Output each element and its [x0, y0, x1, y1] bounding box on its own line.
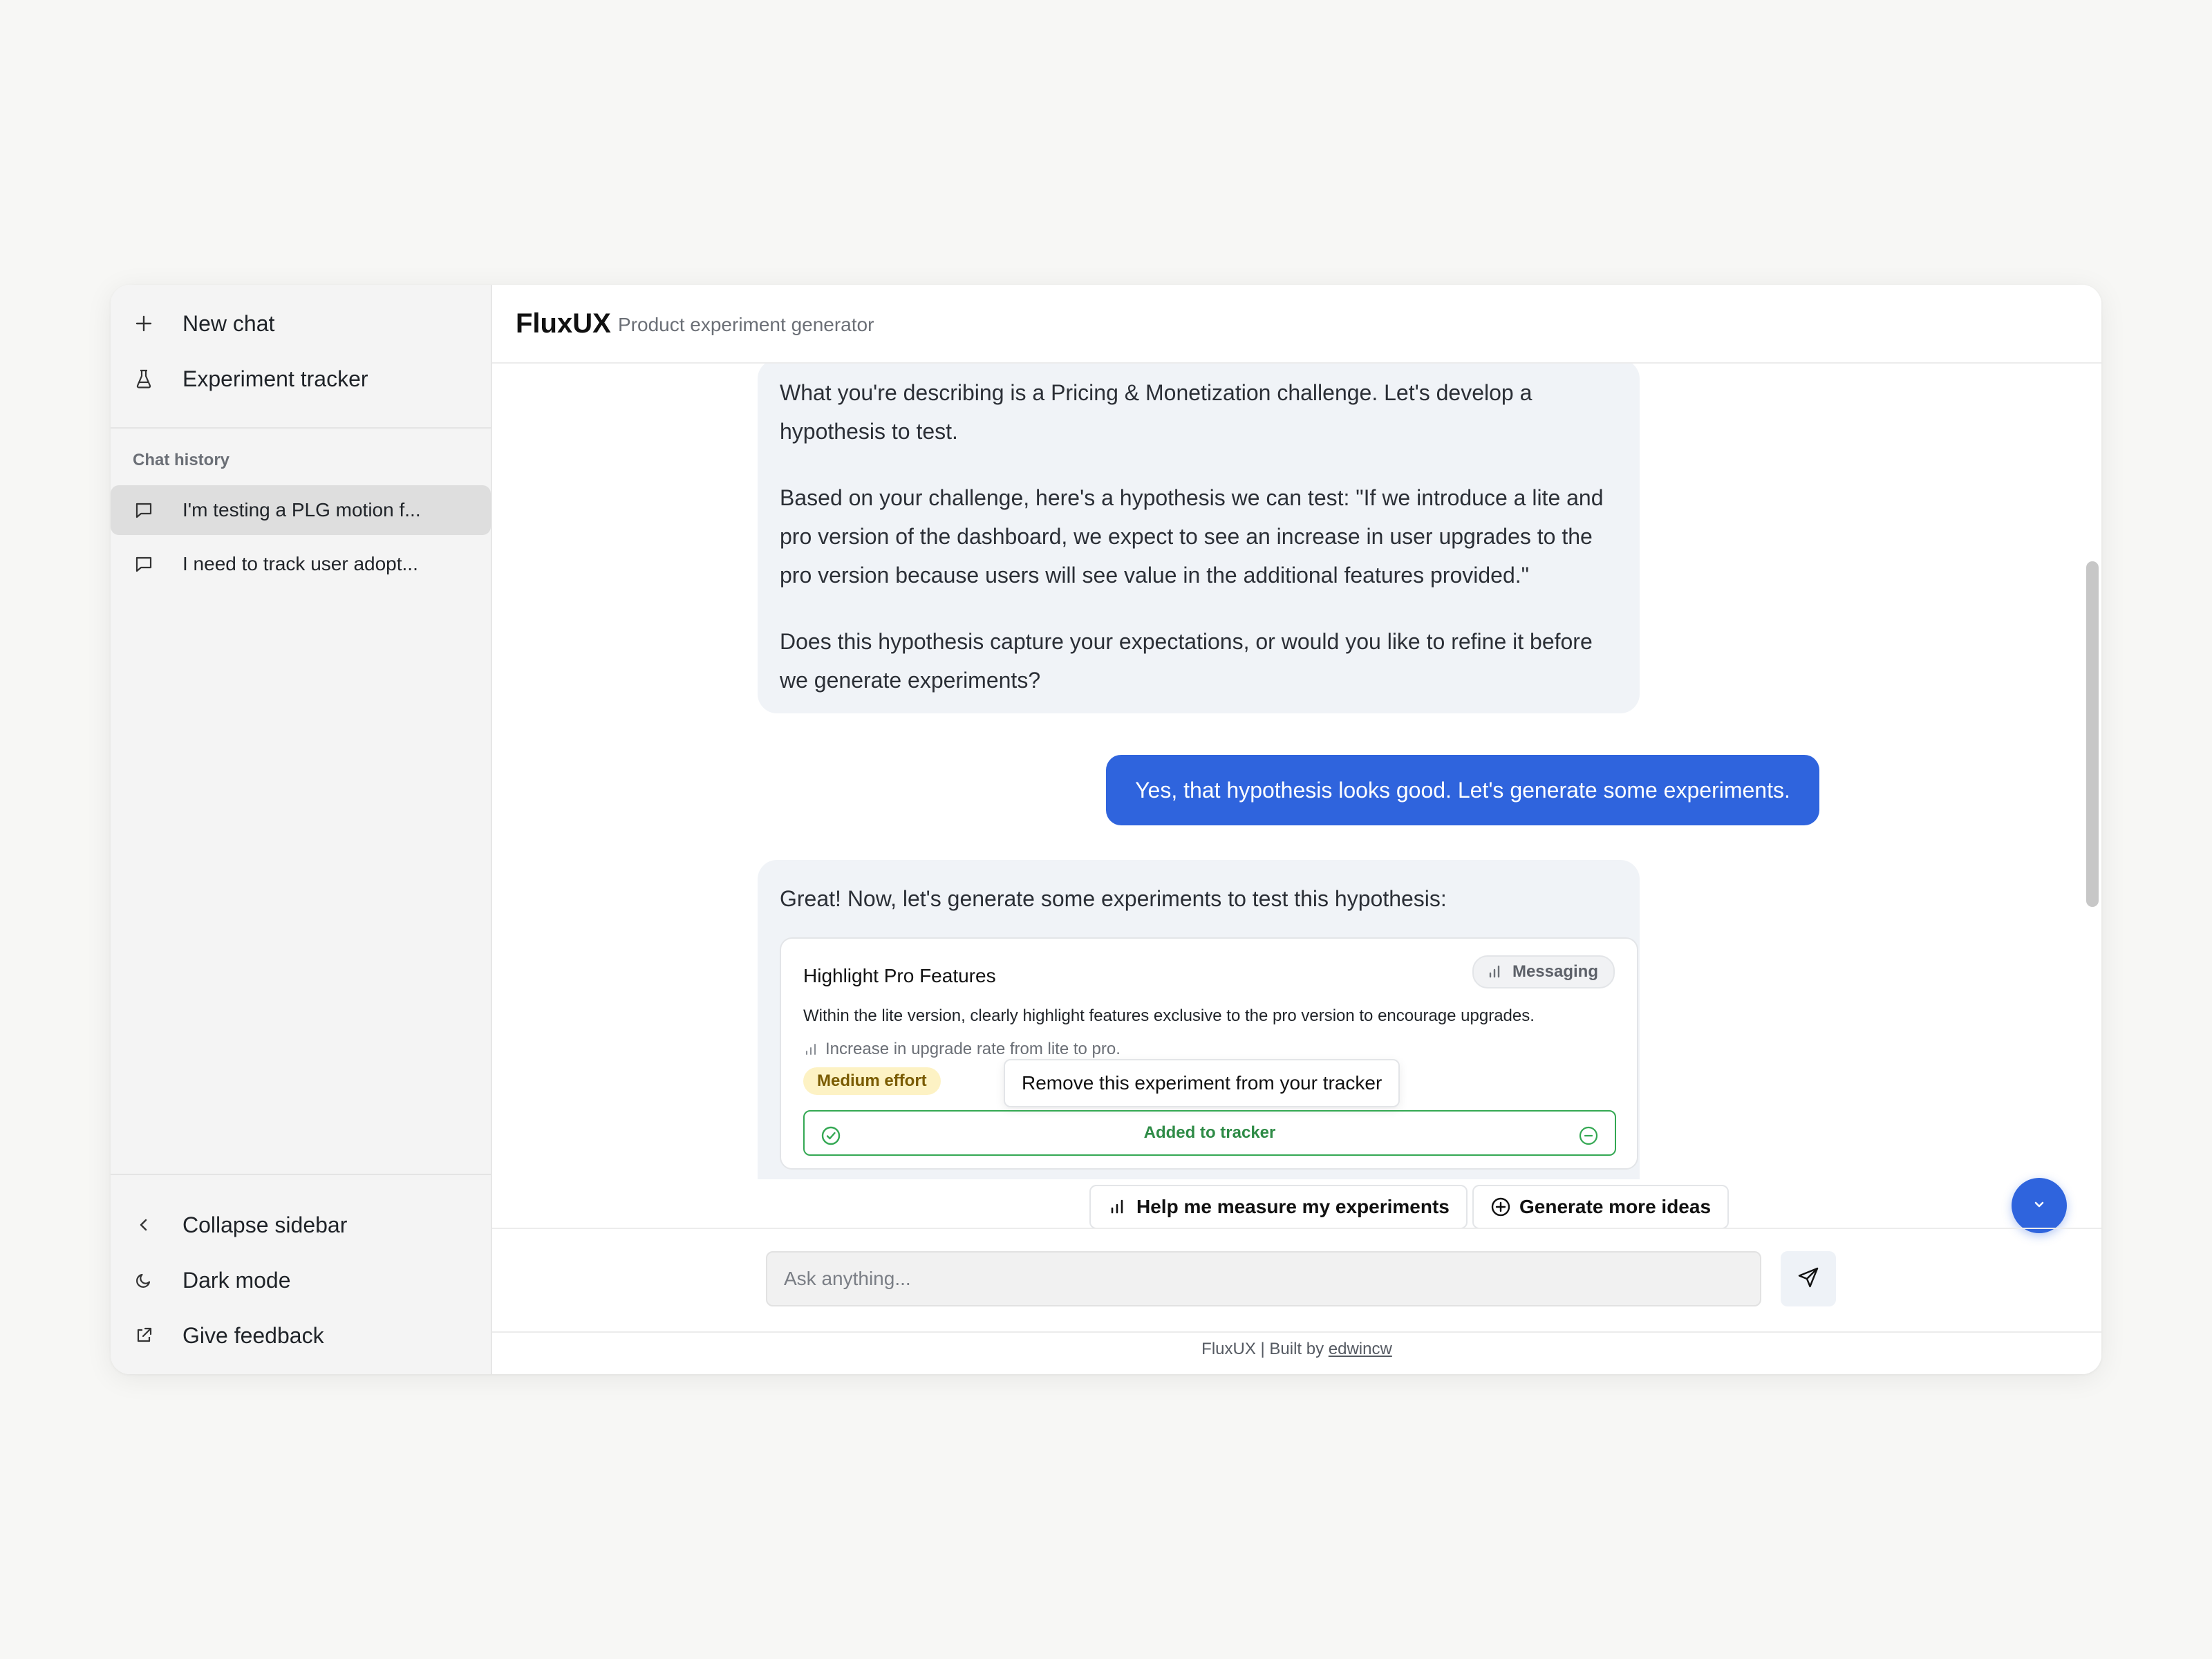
message-paragraph: What you're describing is a Pricing & Mo… — [780, 380, 1533, 444]
message-paragraph: Does this hypothesis capture your expect… — [780, 629, 1593, 693]
user-message: Yes, that hypothesis looks good. Let's g… — [1106, 755, 1819, 825]
main-panel: FluxUX Product experiment generator What… — [492, 285, 2101, 1374]
new-chat-button[interactable]: New chat — [111, 296, 491, 351]
generate-more-button[interactable]: Generate more ideas — [1472, 1185, 1730, 1229]
app-window: New chat Experiment tracker Chat history… — [111, 285, 2101, 1374]
experiment-title: Highlight Pro Features — [803, 965, 996, 986]
assistant-message: Great! Now, let's generate some experime… — [758, 860, 1640, 1179]
plus-icon — [130, 310, 158, 337]
sidebar: New chat Experiment tracker Chat history… — [111, 285, 492, 1374]
sidebar-divider — [111, 1174, 491, 1175]
give-feedback-link[interactable]: Give feedback — [111, 1308, 491, 1363]
check-circle-icon — [820, 1123, 842, 1145]
bar-chart-icon — [1486, 962, 1506, 982]
assistant-message: What you're describing is a Pricing & Mo… — [758, 364, 1640, 713]
suggestion-row: Help me measure my experiments Generate … — [492, 1177, 2101, 1232]
app-tagline: Product experiment generator — [618, 314, 874, 335]
chat-history-heading: Chat history — [133, 451, 230, 469]
chat-thread[interactable]: What you're describing is a Pricing & Mo… — [492, 364, 2101, 1179]
dark-mode-label: Dark mode — [182, 1267, 291, 1293]
top-bar: FluxUX Product experiment generator — [492, 285, 2101, 364]
footer-text: FluxUX | Built by — [1201, 1340, 1324, 1358]
experiment-card: Highlight Pro Features Messaging Within … — [780, 937, 1638, 1170]
message-paragraph: Based on your challenge, here's a hypoth… — [780, 485, 1604, 588]
added-to-tracker-button[interactable]: Added to tracker — [803, 1110, 1616, 1156]
remove-tooltip: Remove this experiment from your tracker — [1004, 1059, 1400, 1107]
category-badge: Messaging — [1472, 955, 1615, 988]
bar-chart-icon — [1107, 1196, 1130, 1218]
app-brand: FluxUX — [516, 308, 611, 339]
sidebar-divider — [111, 427, 491, 429]
chevron-down-icon — [2030, 1194, 2049, 1217]
chevron-left-icon — [130, 1211, 158, 1239]
external-link-icon — [130, 1322, 158, 1349]
give-feedback-label: Give feedback — [182, 1322, 324, 1348]
scrollbar-thumb[interactable] — [2086, 561, 2099, 907]
send-icon — [1797, 1266, 1820, 1293]
chat-bubble-icon — [130, 496, 158, 524]
scrollbar[interactable] — [2085, 364, 2101, 1179]
footer: FluxUX | Built by edwincw — [492, 1340, 2101, 1359]
experiment-tracker-label: Experiment tracker — [182, 366, 368, 391]
generate-more-label: Generate more ideas — [1519, 1196, 1712, 1217]
history-item-label: I need to track user adopt... — [182, 553, 418, 574]
flask-icon — [130, 365, 158, 393]
minus-circle-icon[interactable] — [1577, 1123, 1600, 1145]
history-item-label: I'm testing a PLG motion f... — [182, 499, 421, 521]
message-paragraph: Great! Now, let's generate some experime… — [780, 886, 1447, 911]
chat-bubble-icon — [130, 550, 158, 578]
dark-mode-toggle[interactable]: Dark mode — [111, 1253, 491, 1308]
moon-icon — [130, 1266, 158, 1294]
bar-chart-icon — [803, 1040, 821, 1058]
history-item-adoption[interactable]: I need to track user adopt... — [111, 539, 491, 589]
composer — [492, 1228, 2101, 1333]
ask-input[interactable] — [766, 1251, 1761, 1306]
effort-badge: Medium effort — [803, 1067, 941, 1095]
category-label: Messaging — [1512, 962, 1598, 981]
scroll-to-bottom-button[interactable] — [2012, 1178, 2067, 1233]
measure-label: Help me measure my experiments — [1136, 1196, 1450, 1217]
send-button[interactable] — [1781, 1251, 1836, 1306]
measure-experiments-button[interactable]: Help me measure my experiments — [1089, 1185, 1468, 1229]
history-item-plg[interactable]: I'm testing a PLG motion f... — [111, 485, 491, 535]
collapse-sidebar-label: Collapse sidebar — [182, 1212, 348, 1237]
author-link[interactable]: edwincw — [1329, 1340, 1392, 1358]
new-chat-label: New chat — [182, 310, 275, 336]
collapse-sidebar-button[interactable]: Collapse sidebar — [111, 1197, 491, 1253]
plus-circle-icon — [1490, 1196, 1512, 1218]
experiment-tracker-button[interactable]: Experiment tracker — [111, 351, 491, 406]
added-label: Added to tracker — [1143, 1123, 1276, 1142]
